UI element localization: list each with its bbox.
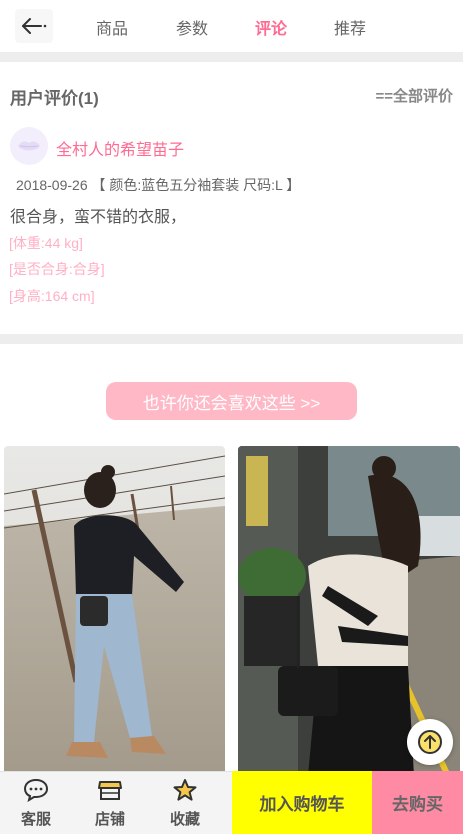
tab-recommend[interactable]: 推荐 <box>334 15 366 39</box>
top-nav: 商品 参数 评论 推荐 <box>0 0 463 52</box>
chat-bubble-icon <box>23 778 49 802</box>
review-section-title: 用户评价(1) <box>10 89 99 108</box>
review-attr-weight: [体重:44 kg] <box>9 235 83 251</box>
favorite-button[interactable]: 收藏 <box>155 776 215 832</box>
scroll-to-top-button[interactable] <box>407 719 453 765</box>
arrow-up-icon <box>418 730 442 754</box>
review-attr-fit: [是否合身:合身] <box>9 261 105 277</box>
lips-icon <box>18 141 40 151</box>
review-content: 很合身，蛮不错的衣服， <box>10 209 187 226</box>
add-to-cart-button[interactable]: 加入购物车 <box>232 771 372 834</box>
review-attr-height: [身高:164 cm] <box>9 288 95 304</box>
review-username: 全村人的希望苗子 <box>56 142 185 159</box>
tab-products[interactable]: 商品 <box>96 15 128 39</box>
divider <box>0 52 463 62</box>
avatar <box>10 127 48 165</box>
review-meta: 2018-09-26 【 颜色:蓝色五分袖套装 尺码:L 】 <box>16 177 301 193</box>
buy-now-button[interactable]: 去购买 <box>372 771 463 834</box>
customer-service-button[interactable]: 客服 <box>6 776 66 832</box>
favorite-label: 收藏 <box>169 811 200 828</box>
star-icon <box>173 779 197 801</box>
tab-params[interactable]: 参数 <box>176 15 208 39</box>
tab-reviews[interactable]: 评论 <box>255 15 287 39</box>
recommend-button[interactable]: 也许你还会喜欢这些 >> <box>106 382 357 420</box>
store-button[interactable]: 店铺 <box>80 776 140 832</box>
store-label: 店铺 <box>94 811 125 828</box>
all-reviews-link[interactable]: ==全部评价 <box>375 85 453 106</box>
divider <box>0 334 463 344</box>
product-card[interactable] <box>4 446 225 776</box>
customer-service-label: 客服 <box>20 811 51 828</box>
product-image <box>4 446 225 776</box>
store-icon <box>98 781 122 800</box>
